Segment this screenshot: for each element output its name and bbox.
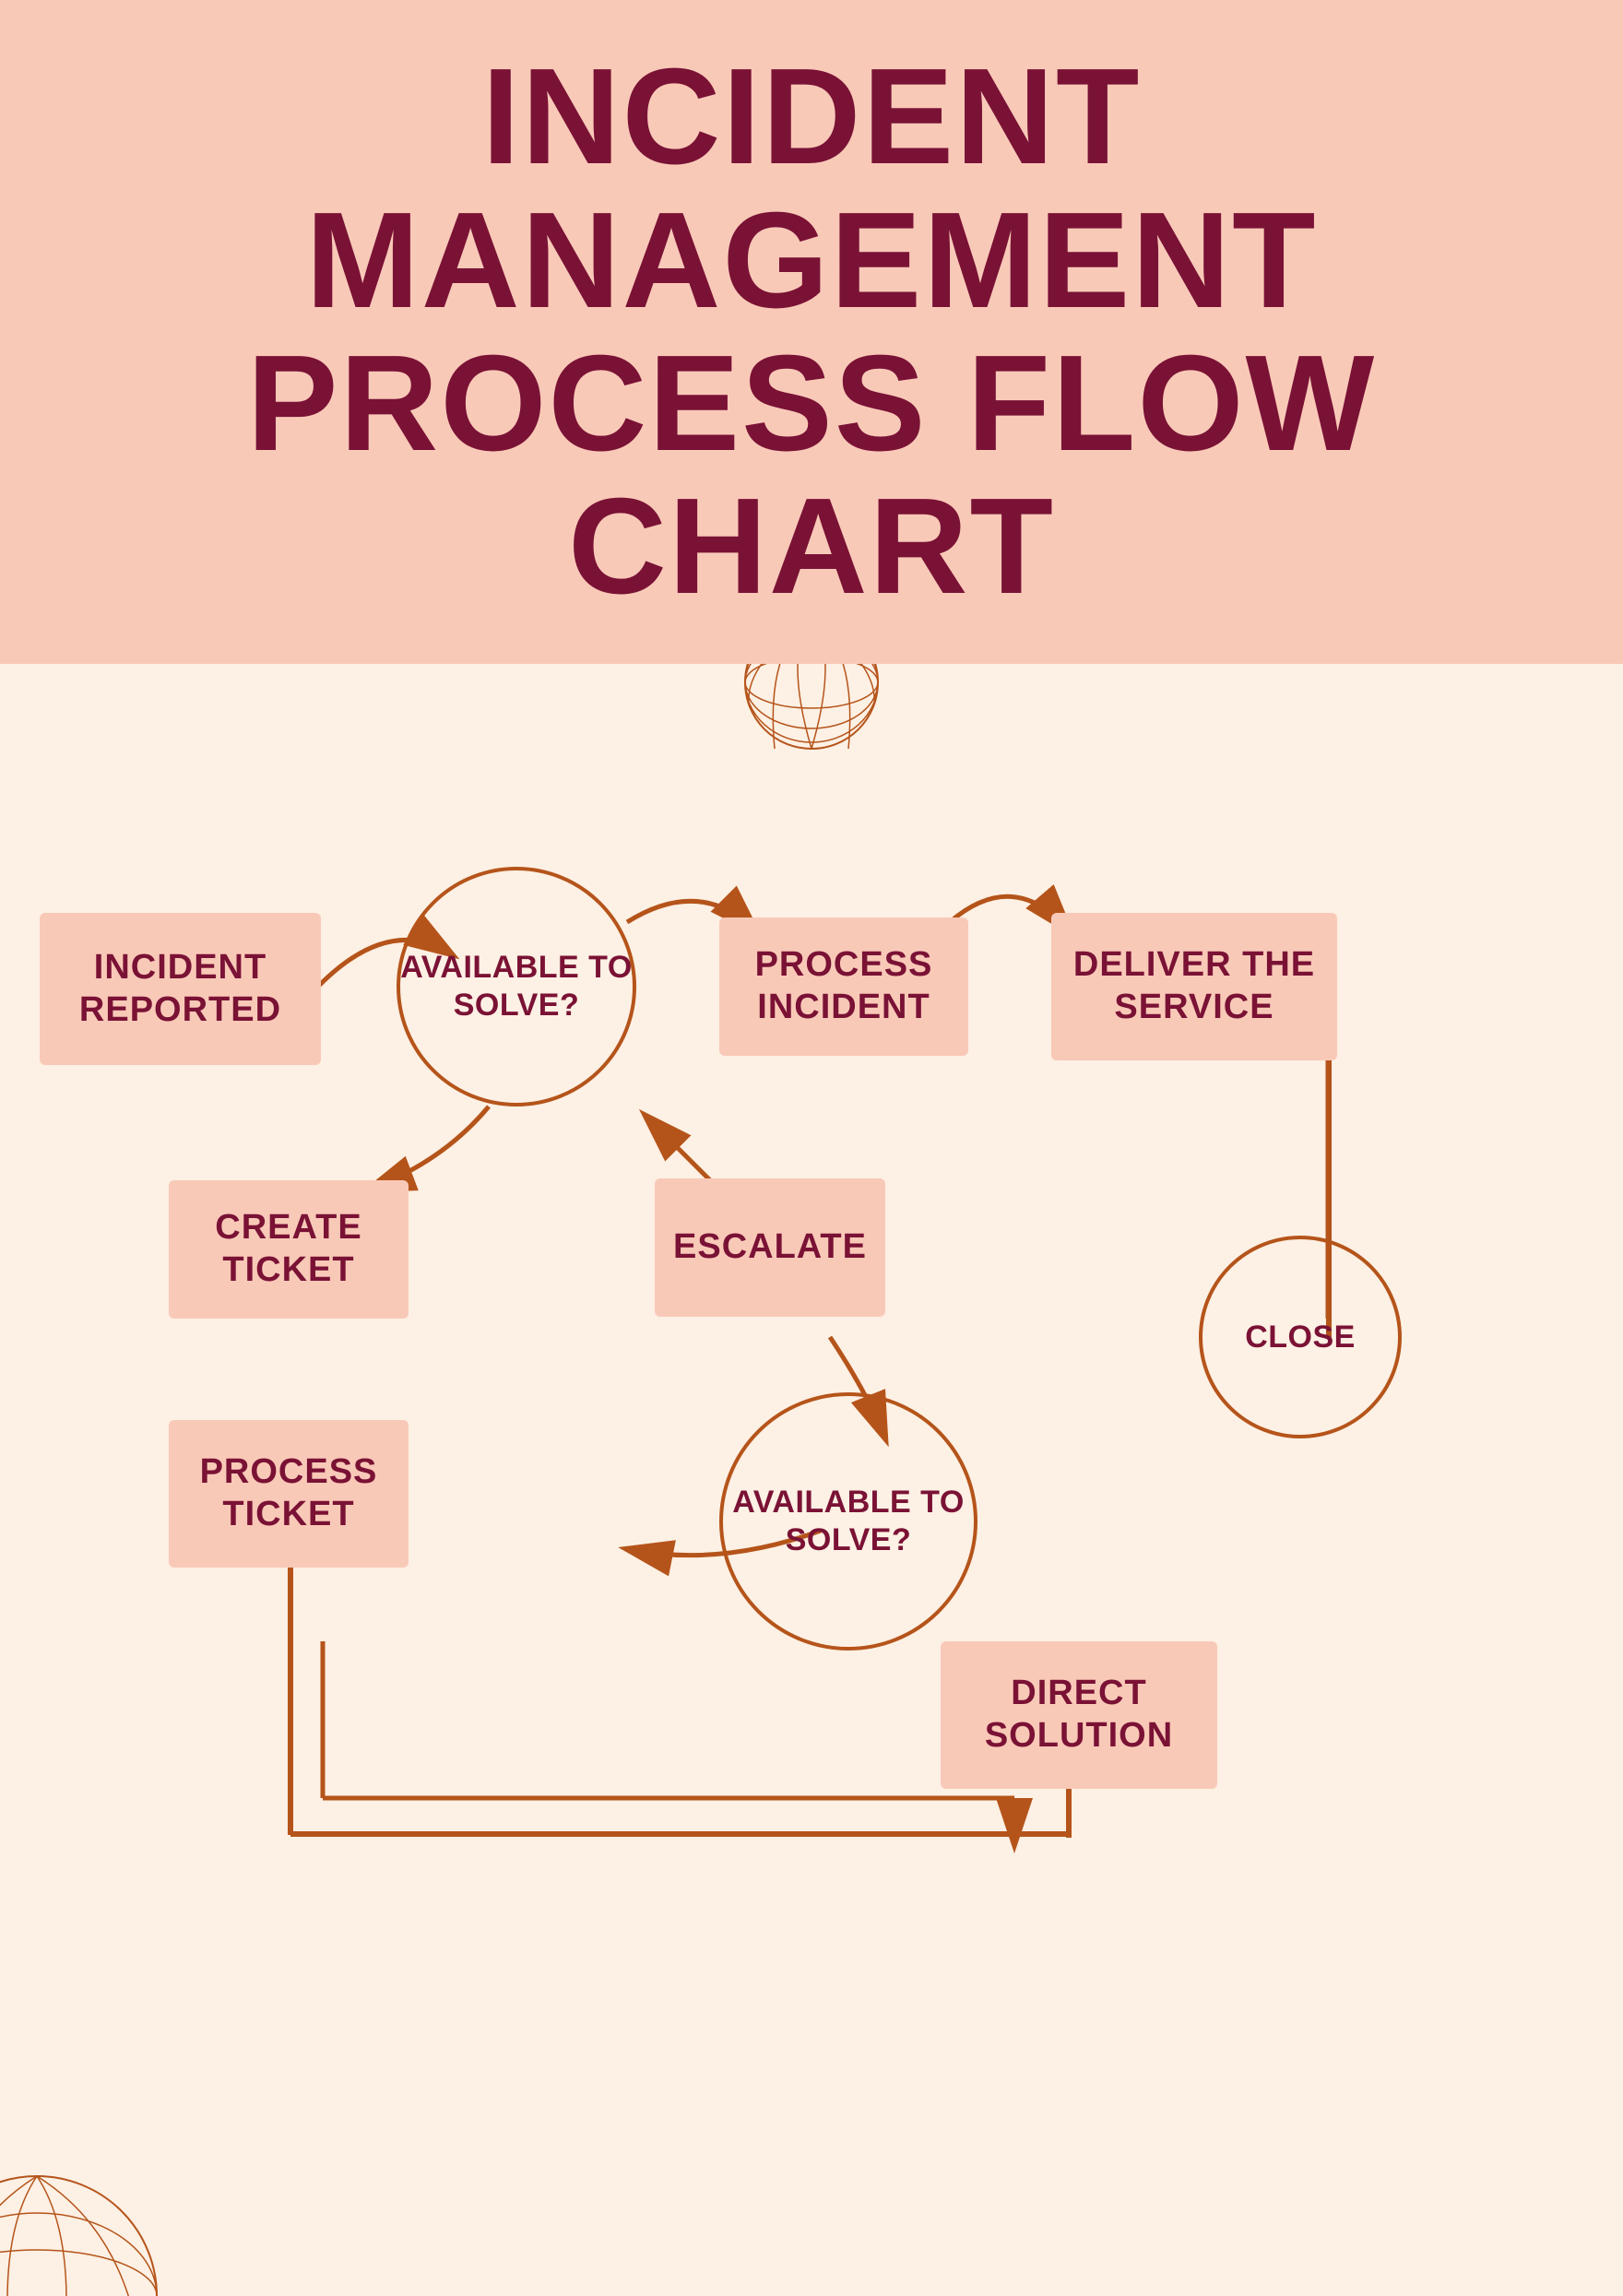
available-to-solve-2-node: AVAILABLE TO SOLVE? <box>719 1392 977 1651</box>
direct-solution-node: DIRECT SOLUTION <box>941 1641 1217 1789</box>
page: INCIDENT MANAGEMENT PROCESS FLOW CHART <box>0 0 1623 2296</box>
deliver-the-service-node: DELIVER THE SERVICE <box>1051 913 1337 1060</box>
create-ticket-node: CREATE TICKET <box>169 1180 409 1319</box>
process-ticket-node: PROCESS TICKET <box>169 1420 409 1568</box>
available-to-solve-1-node: AVAILABLE TO SOLVE? <box>397 867 636 1107</box>
escalate-node: ESCALATE <box>655 1178 885 1317</box>
process-incident-node: PROCESS INCIDENT <box>719 917 968 1056</box>
process-ticket-down-line <box>288 1568 293 1835</box>
header-section: INCIDENT MANAGEMENT PROCESS FLOW CHART <box>0 0 1623 664</box>
globe-top-decoration <box>738 664 885 756</box>
body-section: INCIDENT REPORTED AVAILABLE TO SOLVE? PR… <box>0 664 1623 2296</box>
incident-reported-node: INCIDENT REPORTED <box>40 913 321 1065</box>
main-title: INCIDENT MANAGEMENT PROCESS FLOW CHART <box>0 45 1623 619</box>
close-node: CLOSE <box>1199 1236 1402 1438</box>
globe-bottom-decoration <box>0 2130 175 2296</box>
horizontal-to-direct-solution <box>290 1831 1070 1837</box>
